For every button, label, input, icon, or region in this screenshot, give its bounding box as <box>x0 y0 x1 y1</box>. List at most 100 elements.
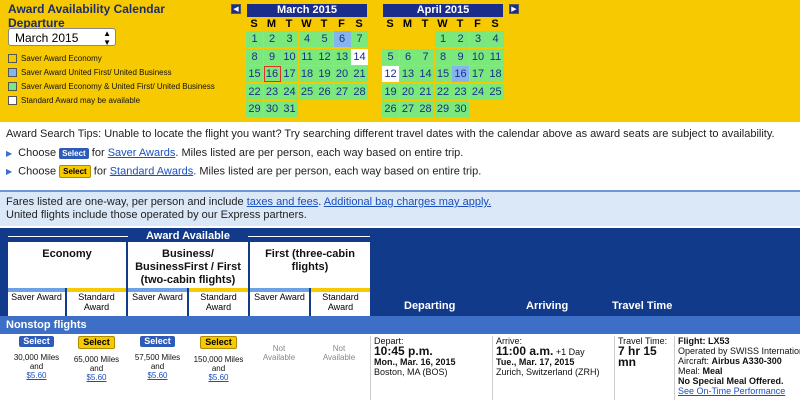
next-month-icon[interactable]: ▶ <box>509 4 519 14</box>
calendar-day[interactable]: 22 <box>246 83 263 100</box>
calendar-day[interactable]: 19 <box>316 66 333 82</box>
column-separator <box>614 336 615 400</box>
calendar-day[interactable]: 3 <box>281 31 298 47</box>
calendar-day[interactable]: 2 <box>452 31 469 47</box>
select-eco-saver-button[interactable]: Select <box>19 336 54 347</box>
calendar-day[interactable]: 8 <box>434 48 452 65</box>
day-of-week-label: M <box>266 18 277 30</box>
calendar-day[interactable]: 10 <box>469 48 487 65</box>
calendar-day[interactable]: 14 <box>417 66 434 82</box>
calendar-day[interactable]: 27 <box>399 101 417 117</box>
calendar-day[interactable]: 3 <box>469 31 487 47</box>
on-time-performance-link[interactable]: See On-Time Performance <box>678 386 785 396</box>
calendar-day[interactable]: 28 <box>417 101 434 117</box>
fee-link[interactable]: $5.60 <box>26 371 46 380</box>
eco-saver-cell: Select 30,000 Miles and $5.60 <box>13 336 60 380</box>
calendar-day[interactable]: 19 <box>382 83 399 100</box>
column-separator <box>370 336 371 400</box>
select-arrows-icon: ▲ ▼ <box>103 29 111 47</box>
calendar-day[interactable]: 13 <box>333 48 351 65</box>
calendar-day[interactable]: 20 <box>399 83 417 100</box>
calendar-day[interactable]: 4 <box>487 31 504 47</box>
calendar-day[interactable]: 21 <box>351 66 368 82</box>
calendar-day[interactable]: 21 <box>417 83 434 100</box>
calendar-day[interactable]: 12 <box>316 48 333 65</box>
triangle-right-icon: ▶ <box>6 167 13 177</box>
calendar-day[interactable]: 10 <box>281 48 298 65</box>
calendar-day[interactable]: 1 <box>246 31 263 47</box>
flight-details: Flight: LX53 Operated by SWISS Internati… <box>678 336 800 396</box>
calendar-day[interactable]: 14 <box>351 48 368 65</box>
select-bus-saver-button[interactable]: Select <box>140 336 175 347</box>
calendar-day[interactable]: 15 <box>434 66 452 82</box>
calendar-day[interactable]: 5 <box>316 31 333 47</box>
fee-link[interactable]: $5.60 <box>147 371 167 380</box>
calendar-title: Award Availability Calendar Departure <box>8 2 165 30</box>
calendar-day[interactable]: 11 <box>487 48 504 65</box>
saver-awards-link[interactable]: Saver Awards <box>108 147 176 159</box>
calendar-day[interactable]: 30 <box>263 101 281 117</box>
calendar-day[interactable]: 18 <box>298 66 316 82</box>
eco-saver-head: Saver Award <box>8 288 65 319</box>
calendar-day[interactable]: 1 <box>434 31 452 47</box>
calendar-day[interactable]: 8 <box>246 48 263 65</box>
arriving-head: Arriving <box>526 300 569 312</box>
calendar-day[interactable]: 5 <box>382 48 399 65</box>
calendar-day[interactable]: 18 <box>487 66 504 82</box>
day-of-week-label: T <box>320 18 328 30</box>
calendar-day[interactable]: 7 <box>417 48 434 65</box>
first-standard-na: Not Available <box>322 344 356 362</box>
calendar-day[interactable]: 9 <box>263 48 281 65</box>
bus-standard-head: Standard Award <box>189 288 248 319</box>
calendar-day[interactable]: 17 <box>469 66 487 82</box>
calendar-day[interactable]: 11 <box>298 48 316 65</box>
eco-standard-cell: Select 65,000 Miles and $5.60 <box>73 336 120 382</box>
calendar-day[interactable]: 7 <box>351 31 368 47</box>
bus-saver-head: Saver Award <box>128 288 187 319</box>
calendar-day[interactable]: 26 <box>382 101 399 117</box>
calendar-day[interactable]: 22 <box>434 83 452 100</box>
calendar-day[interactable]: 25 <box>298 83 316 100</box>
select-standard-pill: Select <box>59 165 91 178</box>
calendar-day[interactable]: 17 <box>281 66 298 82</box>
calendar-day[interactable]: 12 <box>382 66 399 82</box>
calendar-day[interactable]: 4 <box>298 31 316 47</box>
select-bus-standard-button[interactable]: Select <box>200 336 237 349</box>
fee-link[interactable]: $5.60 <box>208 373 228 382</box>
prev-month-icon[interactable]: ◀ <box>231 4 241 14</box>
taxes-fees-link[interactable]: taxes and fees <box>247 196 319 208</box>
calendar-day[interactable]: 30 <box>452 101 469 117</box>
calendar-day[interactable]: 2 <box>263 31 281 47</box>
fee-link[interactable]: $5.60 <box>86 373 106 382</box>
calendar-day[interactable]: 6 <box>333 31 351 47</box>
calendar-day[interactable]: 13 <box>399 66 417 82</box>
calendar-day[interactable]: 24 <box>281 83 298 100</box>
calendar-day[interactable]: 9 <box>452 48 469 65</box>
calendar-day[interactable]: 24 <box>469 83 487 100</box>
choose-standard-row: ▶ Choose Select for Standard Awards. Mile… <box>6 165 482 178</box>
calendar-day[interactable]: 29 <box>434 101 452 117</box>
day-of-week-label: F <box>474 18 481 30</box>
calendar-day[interactable]: 23 <box>452 83 469 100</box>
day-of-week-label: F <box>338 18 345 30</box>
calendar-day[interactable]: 20 <box>333 66 351 82</box>
month-select[interactable]: March 2015 ▲ ▼ <box>8 28 116 47</box>
calendar-day[interactable]: 6 <box>399 48 417 65</box>
calendar-day[interactable]: 28 <box>351 83 368 100</box>
calendar-day[interactable]: 15 <box>246 66 263 82</box>
calendar-day[interactable]: 16 <box>452 66 469 82</box>
calendar-day[interactable]: 23 <box>263 83 281 100</box>
calendar-day[interactable]: 31 <box>281 101 298 117</box>
calendar-day[interactable]: 27 <box>333 83 351 100</box>
award-calendar: Award Availability Calendar Departure Ma… <box>0 0 800 122</box>
calendar-day[interactable]: 29 <box>246 101 263 117</box>
legend-item: Saver Award United First/ United Busines… <box>8 68 172 78</box>
bag-charges-link[interactable]: Additional bag charges may apply. <box>324 196 491 208</box>
standard-awards-link[interactable]: Standard Awards <box>110 165 194 177</box>
select-eco-standard-button[interactable]: Select <box>78 336 115 349</box>
calendar-day[interactable]: 25 <box>487 83 504 100</box>
legend-swatch <box>8 96 17 106</box>
calendar-day[interactable]: 26 <box>316 83 333 100</box>
eco-standard-head: Standard Award <box>67 288 126 319</box>
calendar-day[interactable]: 16 <box>263 66 281 82</box>
